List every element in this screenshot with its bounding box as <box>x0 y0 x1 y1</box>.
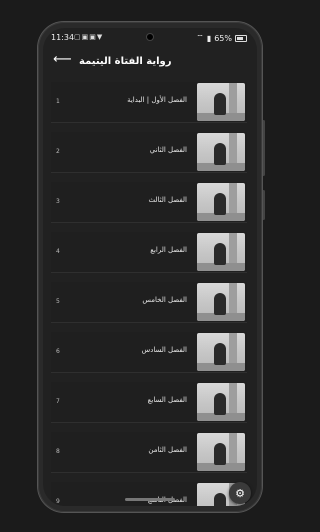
chapter-thumbnail <box>197 183 245 221</box>
chapter-number: 2 <box>56 148 60 155</box>
list-item[interactable]: 4 الفصل الرابع <box>51 232 247 273</box>
screen: 11:34 ▢▣▣▼ ⌔ ▮ 65% ⟵ رواية الفتاة اليتيم… <box>43 28 257 506</box>
chapter-number: 6 <box>56 348 60 355</box>
chapter-thumbnail <box>197 133 245 171</box>
chapter-number: 1 <box>56 98 60 105</box>
battery-percent: 65% <box>214 33 232 43</box>
chapter-title: الفصل الخامس <box>142 296 187 304</box>
chapter-number: 3 <box>56 198 60 205</box>
chapter-title: الفصل الثاني <box>149 146 187 154</box>
wifi-icon: ⌔ <box>196 33 204 42</box>
chapter-thumbnail <box>197 283 245 321</box>
gear-icon[interactable]: ⚙ <box>229 482 251 504</box>
status-right: ⌔ ▮ 65% <box>196 33 247 43</box>
chapter-number: 8 <box>56 448 60 455</box>
front-camera <box>147 34 153 40</box>
chapter-thumbnail <box>197 433 245 471</box>
list-item[interactable]: 9الفصل التاسع <box>51 482 247 506</box>
chapter-title: الفصل الأول | البداية <box>127 96 187 104</box>
list-item[interactable]: 8 الفصل الثامن <box>51 432 247 473</box>
status-bar: 11:34 ▢▣▣▼ ⌔ ▮ 65% <box>43 28 257 46</box>
page-title: رواية الفتاة اليتيمة <box>79 56 172 67</box>
phone-frame: 11:34 ▢▣▣▼ ⌔ ▮ 65% ⟵ رواية الفتاة اليتيم… <box>38 22 262 512</box>
chapter-title: الفصل السابع <box>147 396 187 404</box>
volume-button <box>262 120 265 176</box>
home-indicator[interactable] <box>125 498 175 501</box>
list-item[interactable]: 3 الفصل الثالث <box>51 182 247 223</box>
list-item[interactable]: 5 الفصل الخامس <box>51 282 247 323</box>
arrow-left-icon[interactable]: ⟵ <box>53 52 72 67</box>
list-item[interactable]: 2 الفصل الثاني <box>51 132 247 173</box>
chapter-title: الفصل الثامن <box>148 446 187 454</box>
chapter-number: 9 <box>56 498 60 505</box>
status-time: 11:34 <box>51 33 75 42</box>
signal-icon: ▮ <box>206 33 212 43</box>
chapter-number: 4 <box>56 248 60 255</box>
list-item[interactable]: 1 الفصل الأول | البداية <box>51 82 247 123</box>
chapter-thumbnail <box>197 83 245 121</box>
battery-icon <box>235 34 247 42</box>
chapter-list: 1 الفصل الأول | البداية 2 الفصل الثاني 3 الفص… <box>51 82 247 506</box>
chapter-thumbnail <box>197 333 245 371</box>
chapter-number: 5 <box>56 298 60 305</box>
power-button <box>262 190 265 220</box>
chapter-title: الفصل الثالث <box>148 196 187 204</box>
list-item[interactable]: 6 الفصل السادس <box>51 332 247 373</box>
chapter-thumbnail <box>197 233 245 271</box>
chapter-title: الفصل الرابع <box>150 246 187 254</box>
notification-icons: ▢▣▣▼ <box>74 33 104 41</box>
chapter-number: 7 <box>56 398 60 405</box>
chapter-title: الفصل السادس <box>141 346 187 354</box>
app-bar: ⟵ رواية الفتاة اليتيمة <box>43 48 257 78</box>
chapter-thumbnail <box>197 383 245 421</box>
list-item[interactable]: 7 الفصل السابع <box>51 382 247 423</box>
